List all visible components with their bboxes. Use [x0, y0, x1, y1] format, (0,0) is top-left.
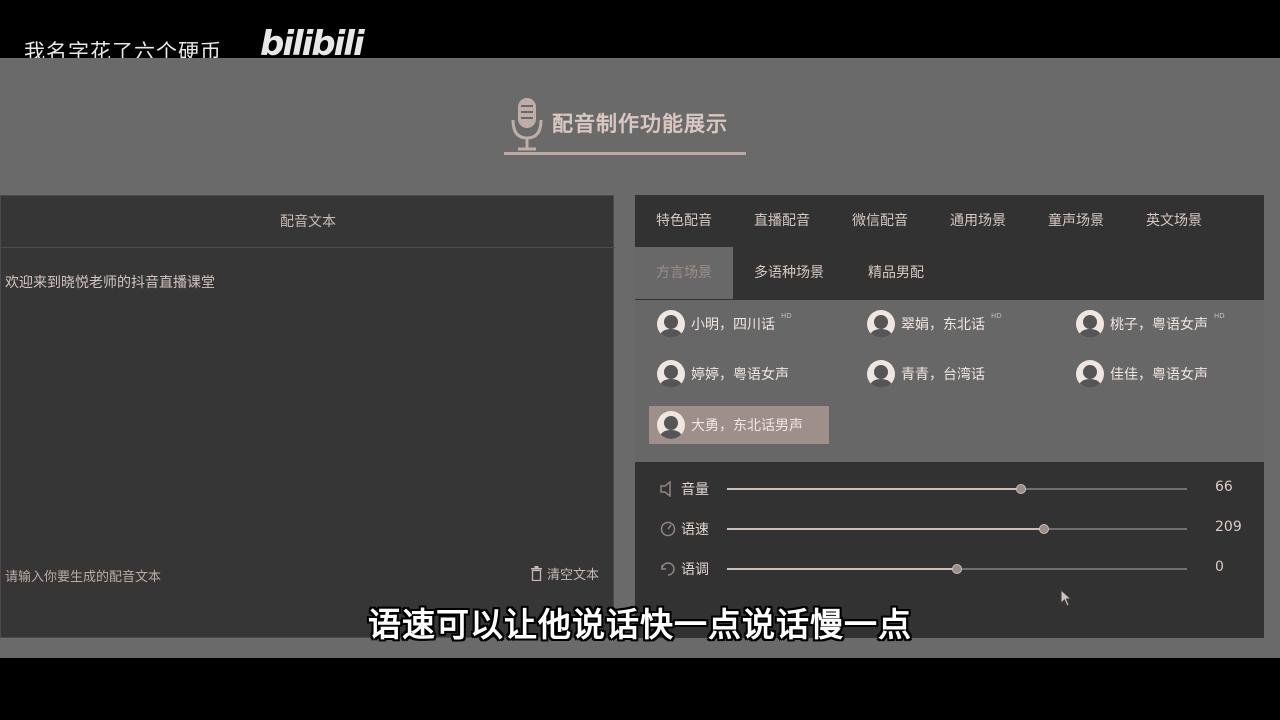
pitch-slider-row: 语调 0 [659, 555, 1249, 583]
pitch-icon [661, 562, 675, 576]
hd-badge: HD [1214, 312, 1225, 320]
volume-fill [727, 488, 1022, 490]
voice-option[interactable]: 佳佳，粤语女声 [1076, 356, 1208, 392]
tab-row-1: 特色配音 直播配音 微信配音 通用场景 童声场景 英文场景 [635, 195, 1264, 245]
avatar [867, 310, 895, 338]
tab-dialect[interactable]: 方言场景 [635, 247, 733, 299]
volume-slider[interactable] [727, 484, 1187, 494]
pitch-label: 语调 [681, 562, 709, 578]
voice-name: 大勇，东北话男声 [691, 418, 803, 434]
voice-name: 桃子，粤语女声 [1110, 317, 1208, 333]
tab-featured[interactable]: 特色配音 [635, 195, 733, 247]
tab-multilingual[interactable]: 多语种场景 [733, 247, 845, 299]
voice-option[interactable]: 翠娟，东北话 HD [867, 306, 1002, 342]
video-subtitle: 语速可以让他说话快一点说话慢一点 [368, 605, 912, 644]
speed-label: 语速 [681, 522, 709, 538]
tab-children[interactable]: 童声场景 [1027, 195, 1125, 247]
pitch-knob[interactable] [952, 564, 962, 574]
tab-english[interactable]: 英文场景 [1125, 195, 1223, 247]
page-heading: 配音制作功能展示 [504, 92, 746, 156]
voice-name: 小明，四川话 [691, 317, 775, 333]
voice-option[interactable]: 小明，四川话 HD [657, 306, 792, 342]
bottom-bar [0, 658, 1280, 720]
dubbing-text-input[interactable]: 欢迎来到晓悦老师的抖音直播课堂 [5, 272, 215, 292]
speed-fill [727, 528, 1045, 530]
voice-name: 佳佳，粤语女声 [1110, 367, 1208, 383]
pitch-fill [727, 568, 957, 570]
tab-general[interactable]: 通用场景 [929, 195, 1027, 247]
speed-slider-row: 语速 209 [659, 515, 1249, 543]
voice-name: 青青，台湾话 [901, 367, 985, 383]
clear-text-button[interactable]: 清空文本 [530, 564, 599, 583]
pitch-slider[interactable] [727, 564, 1187, 574]
avatar [1076, 360, 1104, 388]
page-title: 配音制作功能展示 [552, 112, 728, 136]
tab-row-2: 方言场景 多语种场景 精品男配 [635, 247, 1264, 299]
title-underline [504, 152, 746, 155]
voice-option-selected[interactable]: 大勇，东北话男声 [649, 406, 829, 444]
avatar [1076, 310, 1104, 338]
volume-slider-row: 音量 66 [659, 475, 1249, 503]
hd-badge: HD [781, 312, 792, 320]
avatar [657, 411, 685, 439]
trash-icon [530, 566, 542, 581]
volume-icon [660, 481, 671, 497]
top-bar: 我名字花了六个硬币 bilibili [0, 0, 1280, 64]
voice-list: 小明，四川话 HD 翠娟，东北话 HD 桃子，粤语女声 HD 婷婷，粤语女声 青… [635, 300, 1264, 462]
microphone-icon [511, 98, 543, 151]
tab-wechat[interactable]: 微信配音 [831, 195, 929, 247]
tab-premium-male[interactable]: 精品男配 [845, 247, 947, 299]
speed-value: 209 [1215, 519, 1242, 535]
voice-option[interactable]: 青青，台湾话 [867, 356, 985, 392]
voice-option[interactable]: 桃子，粤语女声 HD [1076, 306, 1225, 342]
avatar [657, 360, 685, 388]
tab-live[interactable]: 直播配音 [733, 195, 831, 247]
voice-option[interactable]: 婷婷，粤语女声 [657, 356, 789, 392]
app-window: 配音制作功能展示 配音文本 欢迎来到晓悦老师的抖音直播课堂 请输入你要生成的配音… [0, 58, 1280, 658]
hd-badge: HD [991, 312, 1002, 320]
speed-slider[interactable] [727, 524, 1187, 534]
avatar [867, 360, 895, 388]
voice-name: 婷婷，粤语女声 [691, 367, 789, 383]
volume-label: 音量 [681, 482, 709, 498]
input-hint: 请输入你要生成的配音文本 [5, 570, 162, 585]
volume-value: 66 [1215, 479, 1233, 495]
voice-panel: 特色配音 直播配音 微信配音 通用场景 童声场景 英文场景 方言场景 多语种场景… [635, 195, 1264, 638]
speed-icon [660, 521, 676, 537]
voice-name: 翠娟，东北话 [901, 317, 985, 333]
text-panel: 配音文本 欢迎来到晓悦老师的抖音直播课堂 请输入你要生成的配音文本 清空文本 [0, 195, 615, 638]
clear-text-label: 清空文本 [546, 568, 599, 583]
volume-knob[interactable] [1016, 484, 1027, 494]
text-panel-footer: 请输入你要生成的配音文本 清空文本 [1, 556, 615, 592]
pitch-value: 0 [1215, 559, 1224, 575]
avatar [657, 310, 685, 338]
text-panel-title: 配音文本 [1, 196, 615, 248]
speed-knob[interactable] [1039, 524, 1050, 534]
